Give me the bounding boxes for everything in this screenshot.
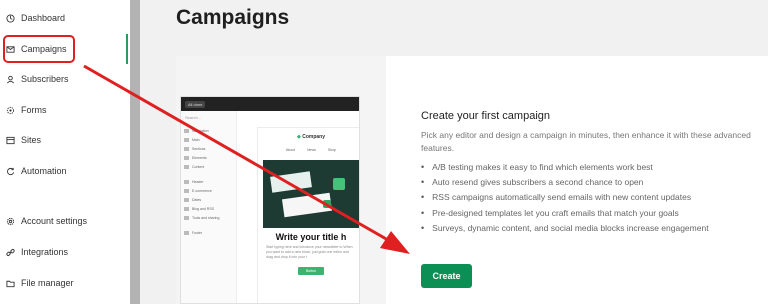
editor-mockup-image: All done Search... Navigation Main Secti… xyxy=(180,96,360,304)
mockup-email-canvas: ◆ Company About News Shop Write your title… xyxy=(257,127,359,303)
mockup-links: About News Shop xyxy=(285,148,337,152)
sidebar-item-automation[interactable]: Automation xyxy=(0,156,128,186)
mockup-row: Elements xyxy=(181,153,236,162)
campaigns-highlight-box xyxy=(3,35,75,63)
sidebar-item-account-settings[interactable]: Account settings xyxy=(0,206,128,236)
sidebar-item-label: Sites xyxy=(21,135,42,145)
sidebar-item-label: Integrations xyxy=(21,247,69,257)
sidebar: Dashboard Campaigns Subscribers Forms Si… xyxy=(0,0,128,304)
mockup-row: Tools and sharing xyxy=(181,213,236,222)
divider xyxy=(140,0,152,304)
mockup-row: Sections xyxy=(181,144,236,153)
dashboard-icon xyxy=(6,13,15,23)
list-item: RSS campaigns automatically send emails … xyxy=(421,190,709,205)
sidebar-item-label: Subscribers xyxy=(21,74,69,84)
page-title: Campaigns xyxy=(176,6,290,29)
sidebar-item-label: Dashboard xyxy=(21,13,66,23)
folder-icon xyxy=(6,280,15,287)
mockup-topbar: All done xyxy=(181,97,359,111)
user-icon xyxy=(7,75,14,83)
mockup-row: Navigation xyxy=(181,126,236,135)
sidebar-scrollbar[interactable] xyxy=(130,0,140,304)
list-item: A/B testing makes it easy to find which … xyxy=(421,159,709,174)
sites-icon xyxy=(6,136,15,144)
list-item: Surveys, dynamic content, and social med… xyxy=(421,220,708,235)
list-item: Pre-designed templates let you craft ema… xyxy=(421,205,709,220)
forms-icon xyxy=(6,106,15,114)
automation-icon xyxy=(7,167,15,175)
mockup-row: Main xyxy=(181,135,236,144)
mockup-row: Footer xyxy=(181,228,236,237)
mockup-paragraph: Start typing here and introduce your new… xyxy=(266,245,353,259)
gear-icon xyxy=(6,217,15,225)
app-root: Dashboard Campaigns Subscribers Forms Si… xyxy=(0,0,768,304)
sidebar-item-integrations[interactable]: Integrations xyxy=(0,237,128,267)
mockup-search: Search... xyxy=(185,115,202,120)
sidebar-item-sites[interactable]: Sites xyxy=(0,125,128,155)
empty-state-description: Pick any editor and design a campaign in… xyxy=(421,130,751,153)
mockup-row: Blog and RSS xyxy=(181,204,236,213)
mockup-row: Content xyxy=(181,162,236,171)
mockup-badge: All done xyxy=(185,100,206,108)
sidebar-item-label: Automation xyxy=(21,166,67,176)
mockup-row: Dates xyxy=(181,195,236,204)
mockup-hero-image xyxy=(263,160,359,228)
sidebar-item-dashboard[interactable]: Dashboard xyxy=(0,3,128,33)
link-icon xyxy=(6,248,15,256)
mockup-heading: Write your title h xyxy=(275,232,347,242)
feature-list: A/B testing makes it easy to find which … xyxy=(421,159,709,235)
sidebar-item-label: Account settings xyxy=(21,216,88,226)
editor-preview-panel: All done Search... Navigation Main Secti… xyxy=(176,56,386,304)
sidebar-item-label: File manager xyxy=(21,278,74,288)
mockup-company: ◆ Company xyxy=(296,134,325,140)
create-campaign-button[interactable]: Create xyxy=(421,264,472,288)
sidebar-item-label: Forms xyxy=(21,105,47,115)
mockup-sidebar: Search... Navigation Main Sections Eleme… xyxy=(181,111,237,303)
empty-state-heading: Create your first campaign xyxy=(421,110,550,122)
sidebar-item-subscribers[interactable]: Subscribers xyxy=(0,64,128,94)
mockup-button: Button xyxy=(298,267,324,275)
sidebar-item-forms[interactable]: Forms xyxy=(0,95,128,125)
list-item: Auto resend gives subscribers a second c… xyxy=(421,174,709,189)
mockup-row: Header xyxy=(181,177,236,186)
sidebar-item-file-manager[interactable]: File manager xyxy=(0,268,128,298)
mockup-row: E-commerce xyxy=(181,186,236,195)
